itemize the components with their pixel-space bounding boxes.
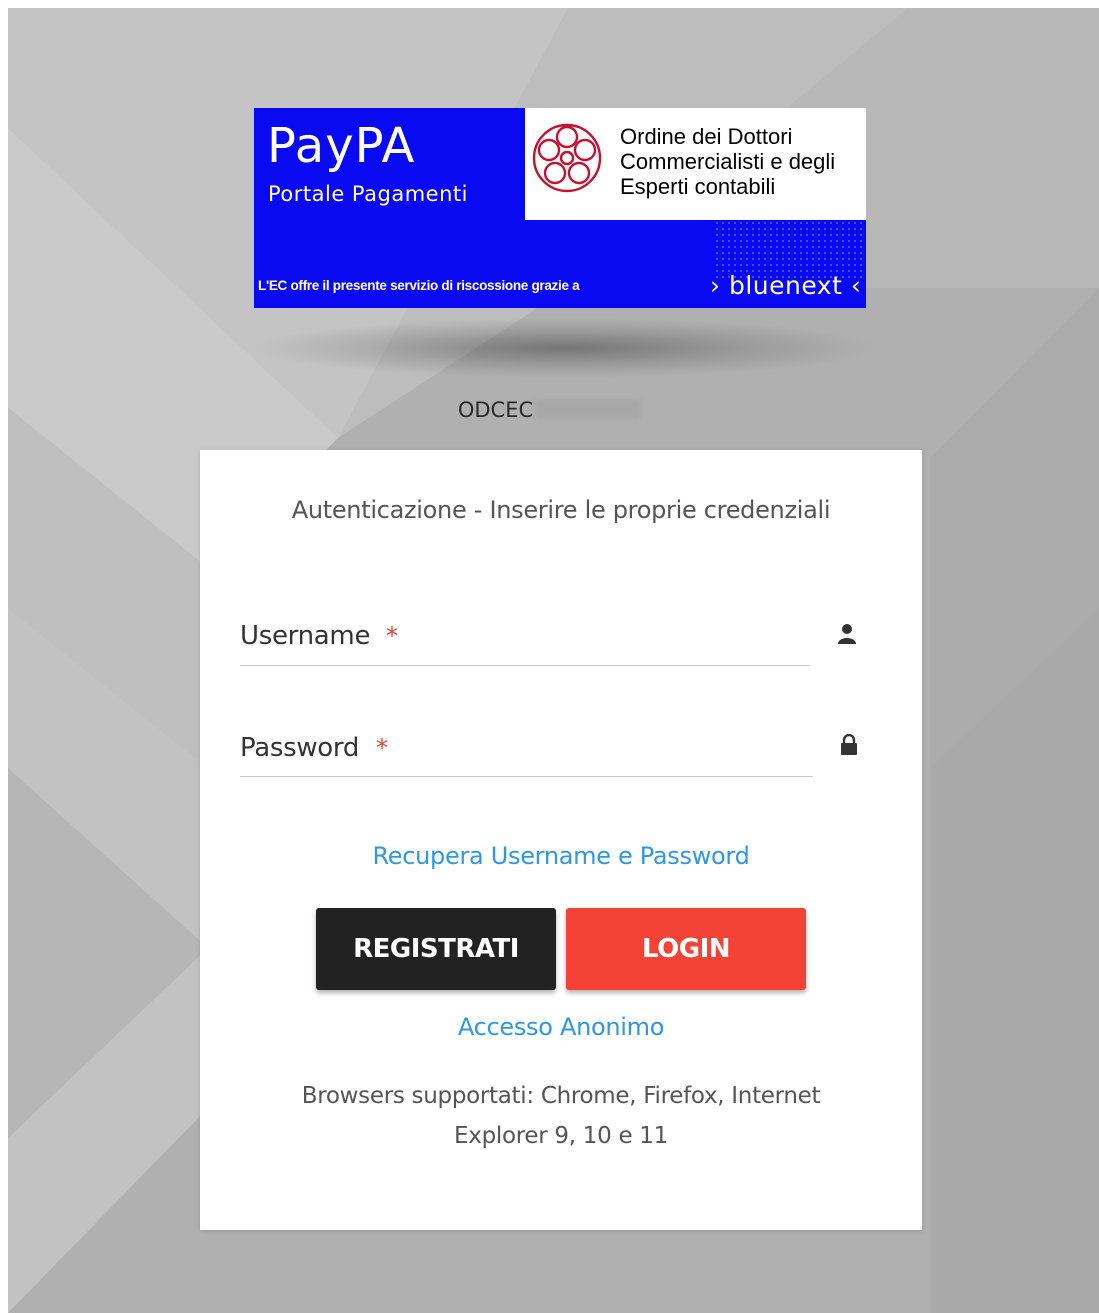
odcec-logo-icon bbox=[532, 123, 602, 193]
anonymous-access-link[interactable]: Accesso Anonimo bbox=[200, 1013, 922, 1041]
login-card: Autenticazione - Inserire le proprie cre… bbox=[200, 450, 922, 1230]
redacted-entity-suffix bbox=[535, 399, 642, 419]
org-line-2: Commercialisti e degli bbox=[620, 149, 836, 174]
banner-shadow bbox=[250, 318, 880, 378]
card-title: Autenticazione - Inserire le proprie cre… bbox=[291, 496, 831, 524]
login-button[interactable]: LOGIN bbox=[566, 908, 806, 990]
password-field: * bbox=[240, 730, 813, 777]
banner-brand: PayPA bbox=[267, 118, 416, 174]
supported-browsers-note: Browsers supportati: Chrome, Firefox, In… bbox=[260, 1076, 862, 1156]
paypa-banner: PayPA Portale Pagamenti Ordine dei Dotto… bbox=[254, 108, 866, 308]
register-button[interactable]: REGISTRATI bbox=[316, 908, 556, 990]
username-underline bbox=[240, 665, 810, 666]
entity-name: ODCEC bbox=[0, 398, 1099, 422]
browsers-line-2: Explorer 9, 10 e 11 bbox=[454, 1123, 668, 1149]
password-input[interactable] bbox=[240, 730, 380, 766]
entity-label: ODCEC bbox=[457, 398, 534, 422]
password-underline bbox=[240, 776, 813, 777]
password-required-mark: * bbox=[376, 734, 388, 762]
browsers-line-1: Browsers supportati: Chrome, Firefox, In… bbox=[301, 1083, 821, 1109]
banner-organization: Ordine dei Dottori Commercialisti e degl… bbox=[620, 124, 835, 199]
username-input[interactable] bbox=[240, 618, 390, 654]
username-required-mark: * bbox=[386, 622, 398, 650]
username-field: * bbox=[240, 618, 810, 666]
recover-credentials-link[interactable]: Recupera Username e Password bbox=[200, 842, 922, 870]
banner-footer-text: L'EC offre il presente servizio di risco… bbox=[258, 278, 580, 293]
org-line-3: Esperti contabili bbox=[620, 174, 776, 199]
bluenext-logo: › bluenext ‹ bbox=[710, 271, 862, 300]
banner-subtitle: Portale Pagamenti bbox=[268, 182, 468, 206]
lock-icon bbox=[841, 734, 857, 755]
user-icon bbox=[838, 624, 856, 644]
org-line-1: Ordine dei Dottori bbox=[620, 124, 793, 149]
